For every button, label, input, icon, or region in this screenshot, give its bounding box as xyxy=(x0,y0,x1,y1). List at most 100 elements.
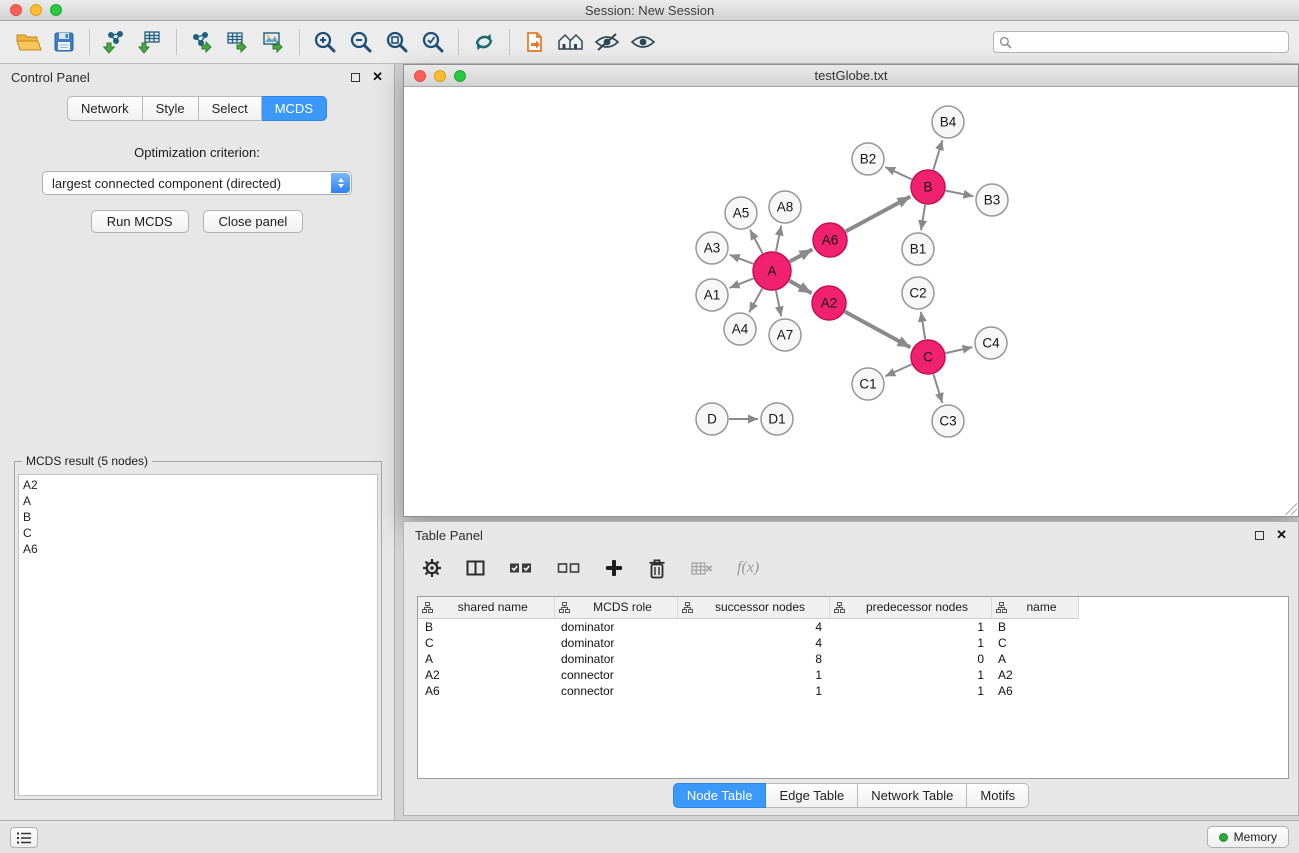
network-window-titlebar[interactable]: testGlobe.txt xyxy=(404,65,1298,87)
table-mode-button[interactable] xyxy=(422,558,442,578)
tab-edge-table[interactable]: Edge Table xyxy=(766,783,858,808)
network-canvas-svg[interactable]: B4B2BB3A5A8A6B1A3AA1C2A2A4A7C4CC1C3DD1 xyxy=(404,88,1298,518)
graph-edge[interactable] xyxy=(933,140,942,170)
graph-edge[interactable] xyxy=(749,289,762,313)
graph-node[interactable]: B2 xyxy=(852,143,884,175)
graph-node[interactable]: C1 xyxy=(852,368,884,400)
close-panel-icon[interactable]: ✕ xyxy=(372,72,383,82)
zoom-in-button[interactable] xyxy=(307,25,343,59)
memory-button[interactable]: Memory xyxy=(1207,826,1289,848)
export-network-button[interactable] xyxy=(184,25,220,59)
graph-node[interactable]: A xyxy=(753,252,791,290)
task-history-button[interactable] xyxy=(10,827,38,848)
open-session-button[interactable] xyxy=(10,25,46,59)
graph-edge[interactable] xyxy=(846,197,911,232)
graph-node[interactable]: A5 xyxy=(725,197,757,229)
graph-node[interactable]: D1 xyxy=(761,403,793,435)
graph-edge[interactable] xyxy=(921,312,925,339)
import-network-button[interactable] xyxy=(97,25,133,59)
graph-edge[interactable] xyxy=(730,255,754,264)
column-header-successor-nodes[interactable]: successor nodes xyxy=(677,597,829,618)
import-table-button[interactable] xyxy=(133,25,169,59)
export-table-button[interactable] xyxy=(220,25,256,59)
column-header-shared-name[interactable]: shared name xyxy=(418,597,554,618)
zoom-out-button[interactable] xyxy=(343,25,379,59)
minimize-window-button[interactable] xyxy=(30,4,42,16)
mcds-result-item[interactable]: A2 xyxy=(23,477,373,493)
save-session-button[interactable] xyxy=(46,25,82,59)
deselect-all-button[interactable] xyxy=(557,561,581,575)
graph-node[interactable]: A4 xyxy=(724,313,756,345)
graph-edge[interactable] xyxy=(789,281,811,293)
graph-edge[interactable] xyxy=(790,249,813,261)
search-input[interactable] xyxy=(1012,35,1283,49)
tab-style[interactable]: Style xyxy=(143,96,199,121)
graph-node[interactable]: B xyxy=(911,170,945,204)
graph-edge[interactable] xyxy=(750,230,763,254)
table-row[interactable]: A6connector11A6 xyxy=(418,683,1078,699)
graph-node[interactable]: A1 xyxy=(696,279,728,311)
graph-edge[interactable] xyxy=(933,374,942,403)
graph-node[interactable]: B1 xyxy=(902,233,934,265)
graph-edge[interactable] xyxy=(946,191,974,197)
search-field[interactable] xyxy=(993,31,1289,53)
graph-node[interactable]: B4 xyxy=(932,106,964,138)
criterion-dropdown[interactable]: largest connected component (directed) xyxy=(42,171,352,195)
delete-table-button[interactable] xyxy=(691,561,713,576)
column-header-name[interactable]: name xyxy=(991,597,1078,618)
zoom-fit-button[interactable] xyxy=(379,25,415,59)
graph-edge[interactable] xyxy=(776,291,781,317)
session-file-button[interactable] xyxy=(517,25,553,59)
graph-edge[interactable] xyxy=(885,167,912,179)
float-panel-icon[interactable] xyxy=(351,73,360,82)
mcds-result-list[interactable]: A2ABCA6 xyxy=(18,474,378,796)
show-columns-button[interactable] xyxy=(466,560,485,576)
graph-node[interactable]: C xyxy=(911,340,945,374)
column-header-mcds-role[interactable]: MCDS role xyxy=(554,597,677,618)
graph-edge[interactable] xyxy=(776,226,781,252)
mcds-result-item[interactable]: B xyxy=(23,509,373,525)
window-resize-grip[interactable] xyxy=(1285,503,1297,515)
mcds-result-item[interactable]: A xyxy=(23,493,373,509)
graph-edge[interactable] xyxy=(946,347,973,353)
zoom-selected-button[interactable] xyxy=(415,25,451,59)
apply-function-button[interactable]: f(x) xyxy=(737,559,759,577)
tab-node-table[interactable]: Node Table xyxy=(673,783,767,808)
graph-edge[interactable] xyxy=(921,205,925,230)
hide-details-button[interactable] xyxy=(589,25,625,59)
tab-network-table[interactable]: Network Table xyxy=(858,783,967,808)
table-row[interactable]: Bdominator41B xyxy=(418,618,1078,635)
graph-node[interactable]: C2 xyxy=(902,277,934,309)
zoom-network-window-button[interactable] xyxy=(454,70,466,82)
table-row[interactable]: Adominator80A xyxy=(418,651,1078,667)
node-table[interactable]: shared name MCDS role successor nodes xyxy=(417,596,1289,779)
graph-node[interactable]: C3 xyxy=(932,405,964,437)
close-table-panel-icon[interactable]: ✕ xyxy=(1276,530,1287,540)
show-details-button[interactable] xyxy=(625,25,661,59)
close-window-button[interactable] xyxy=(10,4,22,16)
graph-node[interactable]: A3 xyxy=(696,232,728,264)
graph-node[interactable]: C4 xyxy=(975,327,1007,359)
float-table-panel-icon[interactable] xyxy=(1255,531,1264,540)
tab-motifs[interactable]: Motifs xyxy=(967,783,1029,808)
apply-layout-button[interactable] xyxy=(466,25,502,59)
tab-select[interactable]: Select xyxy=(199,96,262,121)
select-all-button[interactable] xyxy=(509,561,533,575)
create-column-button[interactable] xyxy=(605,559,623,577)
column-header-predecessor-nodes[interactable]: predecessor nodes xyxy=(829,597,991,618)
mcds-result-item[interactable]: C xyxy=(23,525,373,541)
zoom-window-button[interactable] xyxy=(50,4,62,16)
graph-node[interactable]: A8 xyxy=(769,191,801,223)
table-row[interactable]: Cdominator41C xyxy=(418,635,1078,651)
run-mcds-button[interactable]: Run MCDS xyxy=(91,210,189,233)
network-canvas[interactable]: B4B2BB3A5A8A6B1A3AA1C2A2A4A7C4CC1C3DD1 xyxy=(404,88,1298,516)
table-row[interactable]: A2connector11A2 xyxy=(418,667,1078,683)
graph-edge[interactable] xyxy=(845,312,911,348)
graph-node[interactable]: B3 xyxy=(976,184,1008,216)
delete-columns-button[interactable] xyxy=(647,558,667,579)
tab-network[interactable]: Network xyxy=(67,96,143,121)
minimize-network-window-button[interactable] xyxy=(434,70,446,82)
graph-node[interactable]: A6 xyxy=(813,223,847,257)
graph-node[interactable]: D xyxy=(696,403,728,435)
graph-edge[interactable] xyxy=(885,364,911,376)
